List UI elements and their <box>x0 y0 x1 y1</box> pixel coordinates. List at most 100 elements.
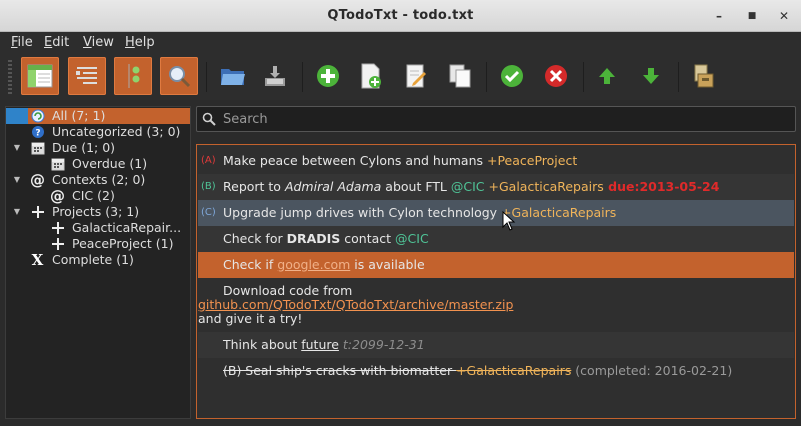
task-description: (B) Seal ship's cracks with biomatter <box>223 363 457 378</box>
task-text: Upgrade jump drives with Cylon technolog… <box>223 200 616 226</box>
new-document-icon <box>361 63 381 89</box>
menu-view[interactable]: View <box>83 35 114 50</box>
task-row-completed[interactable]: (B) Seal ship's cracks with biomatter +G… <box>198 358 794 384</box>
delete-task-button[interactable] <box>537 57 575 95</box>
maximize-button[interactable]: ■ <box>743 7 761 25</box>
layout-toggle-button[interactable] <box>68 57 106 95</box>
context-tag: @CIC <box>395 231 429 246</box>
task-link[interactable]: google.com <box>277 257 350 272</box>
filter-all[interactable]: All (7; 1) <box>6 108 190 124</box>
filter-overdue[interactable]: Overdue (1) <box>6 156 190 172</box>
menu-view-mnemonic: V <box>83 35 92 50</box>
magnifier-icon <box>169 66 191 88</box>
expand-arrow-icon[interactable]: ▼ <box>12 172 22 188</box>
search-icon <box>202 112 216 126</box>
expand-arrow-icon[interactable]: ▼ <box>12 204 22 220</box>
task-row[interactable]: (A) Make peace between Cylons and humans… <box>198 148 794 174</box>
menu-edit[interactable]: Edit <box>44 35 69 50</box>
menu-file[interactable]: File <box>11 35 33 50</box>
save-file-button[interactable] <box>256 57 294 95</box>
edit-task-button[interactable] <box>397 57 435 95</box>
project-tag: +PeaceProject <box>486 153 578 168</box>
task-text: Check for DRADIS contact @CIC <box>223 226 429 252</box>
task-description: about FTL <box>381 179 451 194</box>
filters-tree[interactable]: All (7; 1) ? Uncategorized (3; 0) ▼ Due … <box>5 106 191 419</box>
task-emphasis: Admiral Adama <box>284 179 382 194</box>
filter-context-cic[interactable]: @ CIC (2) <box>6 188 190 204</box>
filter-uncategorized-label: Uncategorized (3; 0) <box>52 124 181 139</box>
filter-due[interactable]: ▼ Due (1; 0) <box>6 140 190 156</box>
task-text: Think about future t:2099-12-31 <box>223 332 425 358</box>
due-date: due:2013-05-24 <box>603 179 720 194</box>
task-row[interactable]: Check for DRADIS contact @CIC <box>198 226 794 252</box>
menu-help-label: elp <box>134 35 155 50</box>
filter-projects-label: Projects (3; 1) <box>52 204 140 219</box>
show-search-button[interactable] <box>160 57 198 95</box>
menu-file-label: ile <box>17 35 33 50</box>
mouse-cursor-icon <box>502 211 516 231</box>
checklist-icon <box>128 64 140 88</box>
add-circle-icon <box>317 65 339 87</box>
show-completed-button[interactable] <box>114 57 152 95</box>
filter-contexts-label: Contexts (2; 0) <box>52 172 146 187</box>
project-tag: +GalacticaRepairs <box>484 179 604 194</box>
add-task-button[interactable] <box>309 57 347 95</box>
task-row[interactable]: Think about future t:2099-12-31 <box>198 332 794 358</box>
task-description: contact <box>340 231 396 246</box>
filter-project-peaceproject-label: PeaceProject (1) <box>72 236 174 251</box>
complete-task-button[interactable] <box>493 57 531 95</box>
task-row-selected[interactable]: Check if google.com is available <box>198 252 794 278</box>
selection-indicator <box>6 108 28 124</box>
task-description: Download code from <box>223 283 353 298</box>
filter-complete[interactable]: X Complete (1) <box>6 252 190 268</box>
filter-uncategorized[interactable]: ? Uncategorized (3; 0) <box>6 124 190 140</box>
menu-bar: File Edit View Help <box>0 32 801 54</box>
task-row[interactable]: Download code from github.com/QTodoTxt/Q… <box>198 278 794 332</box>
filter-project-galacticarepairs[interactable]: GalacticaRepair... <box>6 220 190 236</box>
filter-project-peaceproject[interactable]: PeaceProject (1) <box>6 236 190 252</box>
context-tag: @CIC <box>450 179 485 194</box>
task-row[interactable]: (B) Report to Admiral Adama about FTL @C… <box>198 174 794 200</box>
filter-projects[interactable]: ▼ Projects (3; 1) <box>6 204 190 220</box>
toolbar-grip[interactable] <box>8 60 12 94</box>
menu-edit-label: dit <box>52 35 70 50</box>
filters-panel-icon <box>27 64 53 88</box>
menu-help[interactable]: Help <box>125 35 155 50</box>
toolbar-separator <box>206 62 207 92</box>
plus-icon <box>50 236 65 251</box>
menu-help-mnemonic: H <box>125 35 135 50</box>
expand-arrow-icon[interactable]: ▼ <box>12 140 22 156</box>
task-text: Make peace between Cylons and humans +Pe… <box>223 148 577 174</box>
indent-list-icon <box>76 67 97 84</box>
show-filters-button[interactable] <box>21 57 59 95</box>
priority-badge: (C) <box>201 207 216 218</box>
search-input[interactable] <box>221 110 781 128</box>
arrow-down-icon <box>643 68 659 84</box>
menu-view-label: iew <box>91 35 114 50</box>
search-box[interactable] <box>196 106 796 132</box>
task-row[interactable]: (C) Upgrade jump drives with Cylon techn… <box>198 200 794 226</box>
edit-document-icon <box>406 64 426 88</box>
minimize-button[interactable]: – <box>710 7 728 25</box>
task-link[interactable]: future <box>301 337 339 352</box>
task-list[interactable]: (A) Make peace between Cylons and humans… <box>196 144 796 419</box>
add-new-task-button[interactable] <box>352 57 390 95</box>
decrease-priority-button[interactable] <box>632 57 670 95</box>
filter-all-label: All (7; 1) <box>52 108 106 123</box>
filter-contexts[interactable]: ▼ @ Contexts (2; 0) <box>6 172 190 188</box>
copy-task-button[interactable] <box>441 57 479 95</box>
task-description: Upgrade jump drives with Cylon technolog… <box>223 205 502 220</box>
threshold-date: t:2099-12-31 <box>338 337 425 352</box>
open-file-button[interactable] <box>214 57 252 95</box>
task-strong: DRADIS <box>286 231 341 246</box>
task-description: Check if <box>223 257 278 272</box>
archive-completed-button[interactable] <box>685 57 723 95</box>
task-link[interactable]: github.com/QTodoTxt/QTodoTxt/archive/mas… <box>198 297 513 312</box>
save-tray-icon <box>265 66 285 86</box>
project-tag: +GalacticaRepairs <box>501 205 617 220</box>
task-description: Report to <box>223 179 285 194</box>
task-text: (B) Seal ship's cracks with biomatter +G… <box>223 358 732 384</box>
increase-priority-button[interactable] <box>588 57 626 95</box>
close-button[interactable]: ✕ <box>775 7 793 25</box>
priority-badge: (B) <box>201 181 216 192</box>
